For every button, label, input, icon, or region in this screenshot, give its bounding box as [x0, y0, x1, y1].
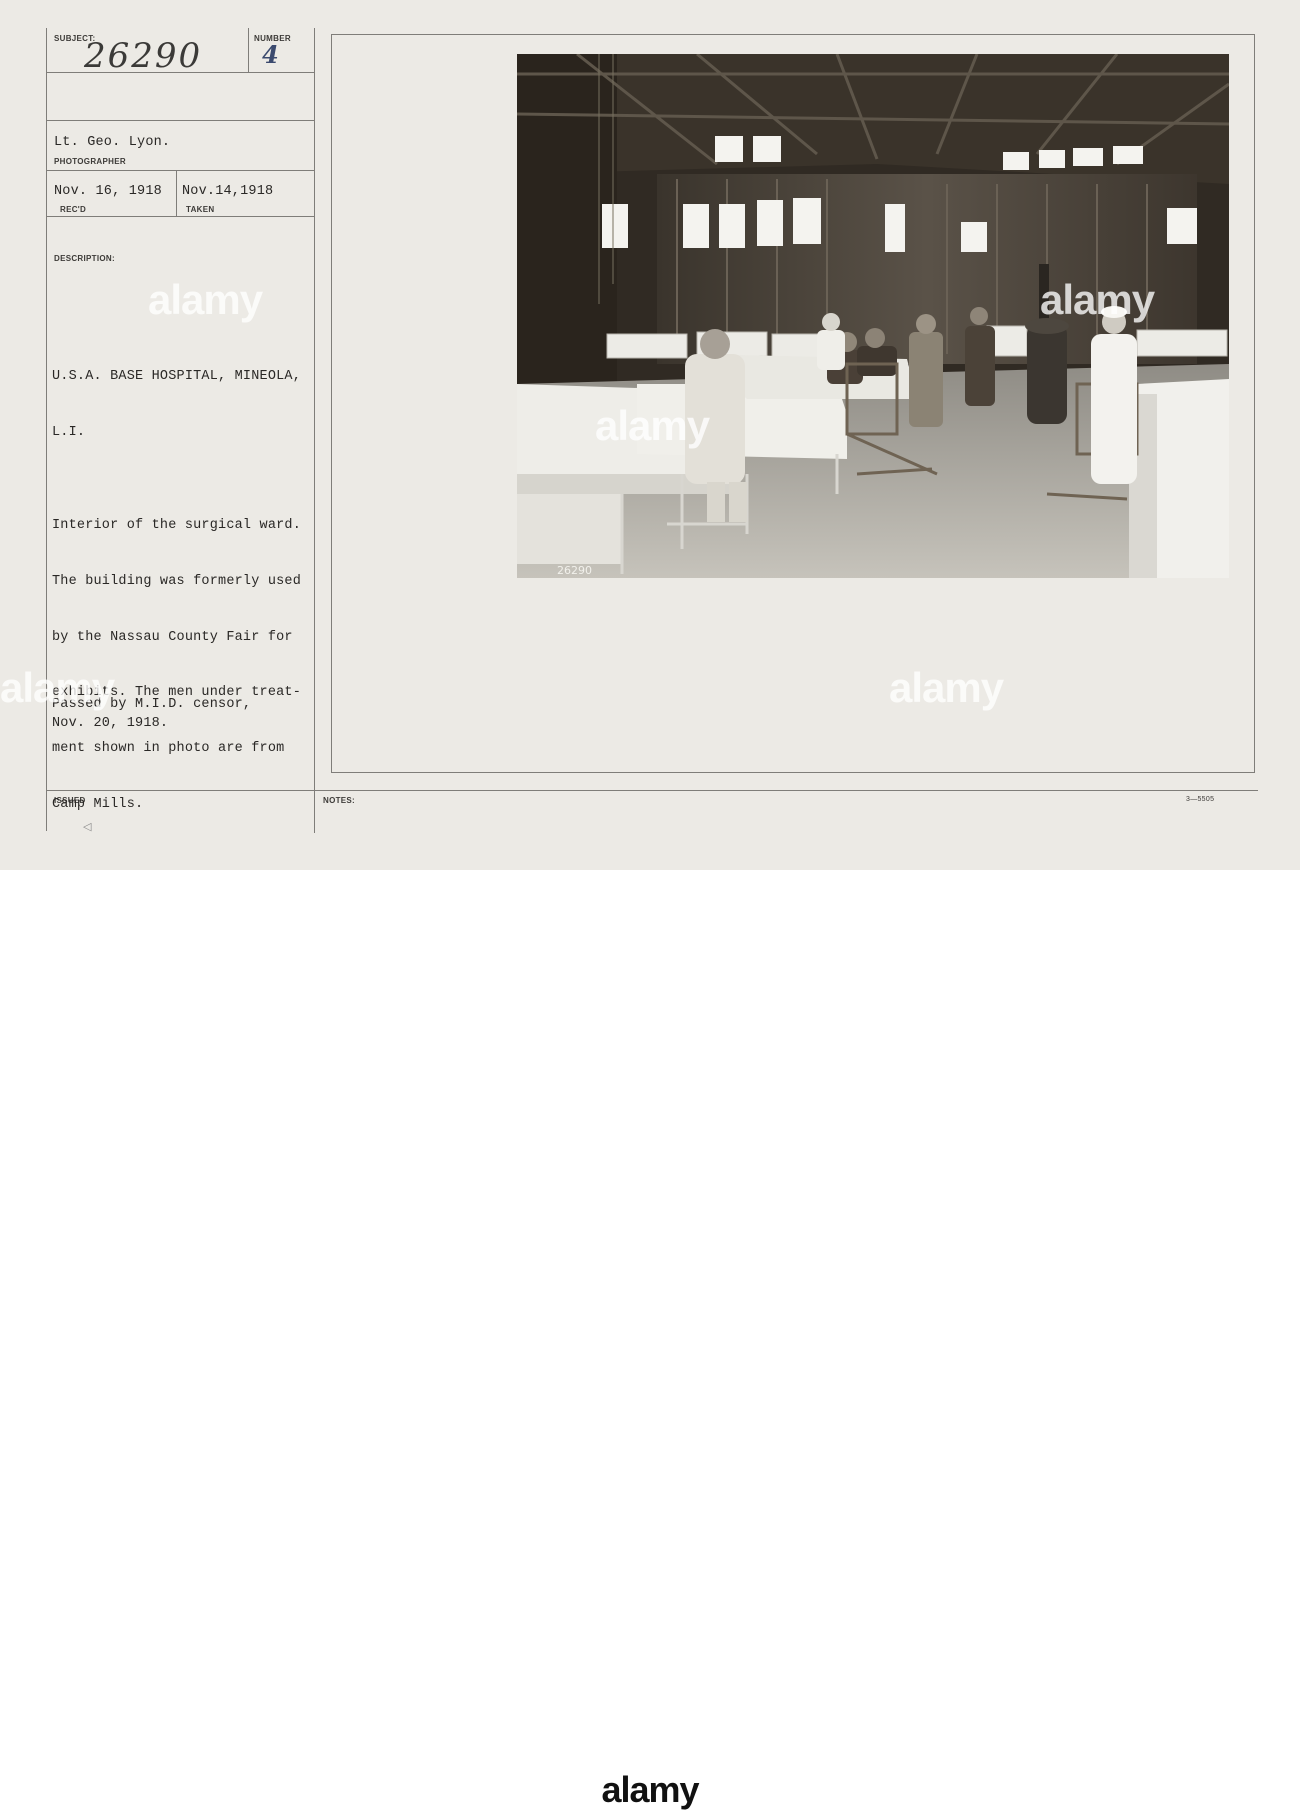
subject-number: 26290 [84, 36, 203, 76]
taken-date: Nov.14,1918 [182, 184, 274, 199]
description-line: The building was formerly used [52, 573, 302, 589]
footer-logo[interactable]: alamy [528, 1769, 772, 1811]
description-label: DESCRIPTION: [54, 254, 115, 263]
received-label: REC'D [60, 205, 87, 214]
photographer-name: Lt. Geo. Lyon. [54, 135, 171, 150]
footer-bar: alamy [0, 870, 1300, 1810]
vertical-rule-number [248, 28, 249, 72]
watermark-text: alamy [595, 402, 710, 449]
photo-frame-top [331, 34, 1255, 35]
rule-under-dates [46, 216, 314, 217]
archive-record-card: SUBJECT: NUMBER PHOTOGRAPHER REC'D TAKEN… [0, 0, 1300, 870]
form-code: 3—5505 [1186, 796, 1215, 803]
issued-mark: ◁ [83, 820, 92, 833]
description-line: U.S.A. BASE HOSPITAL, MINEOLA, [52, 369, 302, 385]
received-date: Nov. 16, 1918 [54, 184, 162, 199]
censor-line-2: Nov. 20, 1918. [52, 716, 169, 731]
photo-frame-bottom [331, 772, 1255, 773]
rule-under-photographer [46, 170, 314, 171]
description-line: Camp Mills. [52, 796, 144, 812]
vertical-rule-dates [176, 170, 177, 216]
watermark-text: alamy [889, 664, 1004, 711]
photo-frame-right [1254, 34, 1255, 773]
item-number: 4 [262, 40, 279, 69]
description-line: L.I. [52, 424, 86, 440]
description-text: U.S.A. BASE HOSPITAL, MINEOLA, L.I. Inte… [52, 331, 332, 852]
watermark-text: alamy [1040, 276, 1155, 323]
photographer-label: PHOTOGRAPHER [54, 157, 126, 166]
description-line: Interior of the surgical ward. [52, 517, 302, 533]
rule-photographer-top [46, 120, 314, 121]
watermark-text: alamy [0, 664, 115, 711]
photo-negative-number: 26290 [557, 564, 592, 577]
taken-label: TAKEN [186, 205, 215, 214]
description-line: ment shown in photo are from [52, 741, 285, 757]
watermark-text: alamy [148, 276, 263, 323]
description-line: by the Nassau County Fair for [52, 629, 293, 645]
